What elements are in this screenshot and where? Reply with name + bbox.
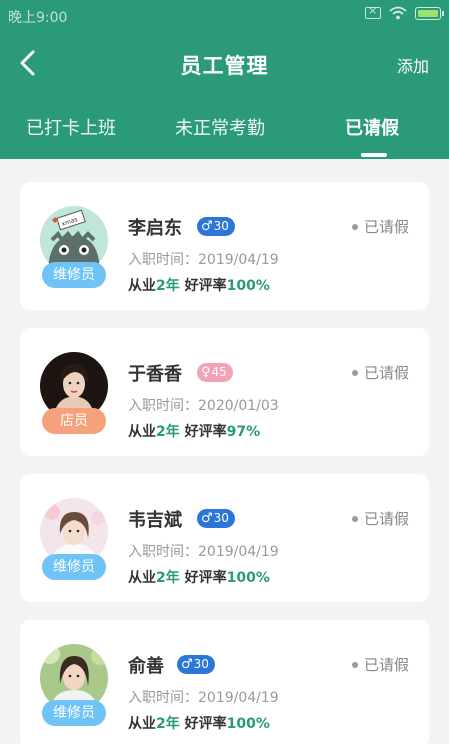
avatar-container: 店员 [40,352,110,434]
leave-status: 已请假 [351,362,409,383]
employee-name: 于香香 [128,364,182,385]
leave-status: 已请假 [351,654,409,675]
wifi-icon [389,6,407,20]
status-dot-icon [351,223,358,230]
employee-card[interactable]: xmas 维修员 李启东 ♂ 30 已请假 入职时间：2019/04/19 从业2… [20,182,429,310]
leave-status: 已请假 [351,508,409,529]
role-badge: 维修员 [42,700,106,726]
role-badge: 维修员 [42,262,106,288]
employee-card[interactable]: 维修员 韦吉斌 ♂ 30 已请假 入职时间：2019/04/19 从业2年 好评率… [20,474,429,602]
male-icon: ♂ [201,511,213,526]
status-label: 已请假 [363,218,409,236]
age-badge: ♀ 45 [197,363,233,382]
battery-icon [415,6,444,20]
age-badge: ♂ 30 [197,509,235,528]
status-dot-icon [351,515,358,522]
male-icon: ♂ [181,657,193,672]
experience-label: 从业 [128,716,156,732]
join-date: 入职时间：2019/04/19 [128,249,279,269]
experience-value: 2年 [156,278,180,294]
status-bar: 晚上9:00 [0,0,449,32]
employee-card[interactable]: 店员 于香香 ♀ 45 已请假 入职时间：2020/01/03 从业2年 好评率9… [20,328,429,456]
tab-checked-in[interactable]: 已打卡上班 [26,114,116,140]
nav-bar: 员工管理 添加 [0,36,449,90]
rating-value: 97% [226,424,261,440]
employee-name: 俞善 [128,656,164,677]
join-date-label: 入职时间： [128,544,198,560]
experience-value: 2年 [156,716,180,732]
rating-label: 好评率 [184,716,227,732]
avatar-container: 维修员 [40,498,110,580]
rating-label: 好评率 [184,278,227,294]
status-time: 晚上9:00 [8,10,68,26]
page-title: 员工管理 [180,54,269,78]
employee-stats: 从业2年 好评率100% [128,567,270,587]
status-dot-icon [351,369,358,376]
female-icon: ♀ [201,365,211,380]
male-icon: ♂ [201,219,213,234]
age-badge: ♂ 30 [177,655,215,674]
role-badge: 维修员 [42,554,106,580]
join-date-label: 入职时间： [128,690,198,706]
role-badge: 店员 [42,408,106,434]
status-dot-icon [351,661,358,668]
experience-value: 2年 [156,424,180,440]
experience-value: 2年 [156,570,180,586]
status-label: 已请假 [363,510,409,528]
age-value: 30 [213,219,229,233]
status-icons [365,4,444,20]
age-badge: ♂ 30 [197,217,235,236]
join-date-value: 2019/04/19 [198,252,279,268]
tab-bar: 已打卡上班 未正常考勤 已请假 [0,100,449,159]
tab-on-leave[interactable]: 已请假 [345,114,399,140]
tab-active-indicator [361,153,387,157]
avatar-container: xmas 维修员 [40,206,110,288]
rating-value: 100% [226,716,270,732]
rating-label: 好评率 [184,424,227,440]
age-value: 30 [193,657,209,671]
avatar-container: 维修员 [40,644,110,726]
app-header: 晚上9:00 员工管理 添加 已打卡上班 未正常考勤 已请假 [0,0,449,159]
employee-card[interactable]: 维修员 俞善 ♂ 30 已请假 入职时间：2019/04/19 从业2年 好评率1… [20,620,429,744]
rating-value: 100% [226,278,270,294]
experience-label: 从业 [128,278,156,294]
employee-stats: 从业2年 好评率100% [128,275,270,295]
join-date-value: 2020/01/03 [198,398,279,414]
join-date-label: 入职时间： [128,252,198,268]
join-date: 入职时间：2019/04/19 [128,541,279,561]
employee-name: 李启东 [128,218,182,239]
rating-label: 好评率 [184,570,227,586]
employee-stats: 从业2年 好评率97% [128,421,260,441]
experience-label: 从业 [128,570,156,586]
status-label: 已请假 [363,656,409,674]
join-date-value: 2019/04/19 [198,690,279,706]
tab-abnormal-attendance[interactable]: 未正常考勤 [175,114,265,140]
no-sim-icon [365,4,381,19]
employee-stats: 从业2年 好评率100% [128,713,270,733]
employee-name: 韦吉斌 [128,510,182,531]
join-date-value: 2019/04/19 [198,544,279,560]
age-value: 45 [211,365,227,379]
age-value: 30 [213,511,229,525]
join-date: 入职时间：2019/04/19 [128,687,279,707]
leave-status: 已请假 [351,216,409,237]
rating-value: 100% [226,570,270,586]
join-date: 入职时间：2020/01/03 [128,395,279,415]
join-date-label: 入职时间： [128,398,198,414]
status-label: 已请假 [363,364,409,382]
add-button[interactable]: 添加 [397,53,429,77]
experience-label: 从业 [128,424,156,440]
